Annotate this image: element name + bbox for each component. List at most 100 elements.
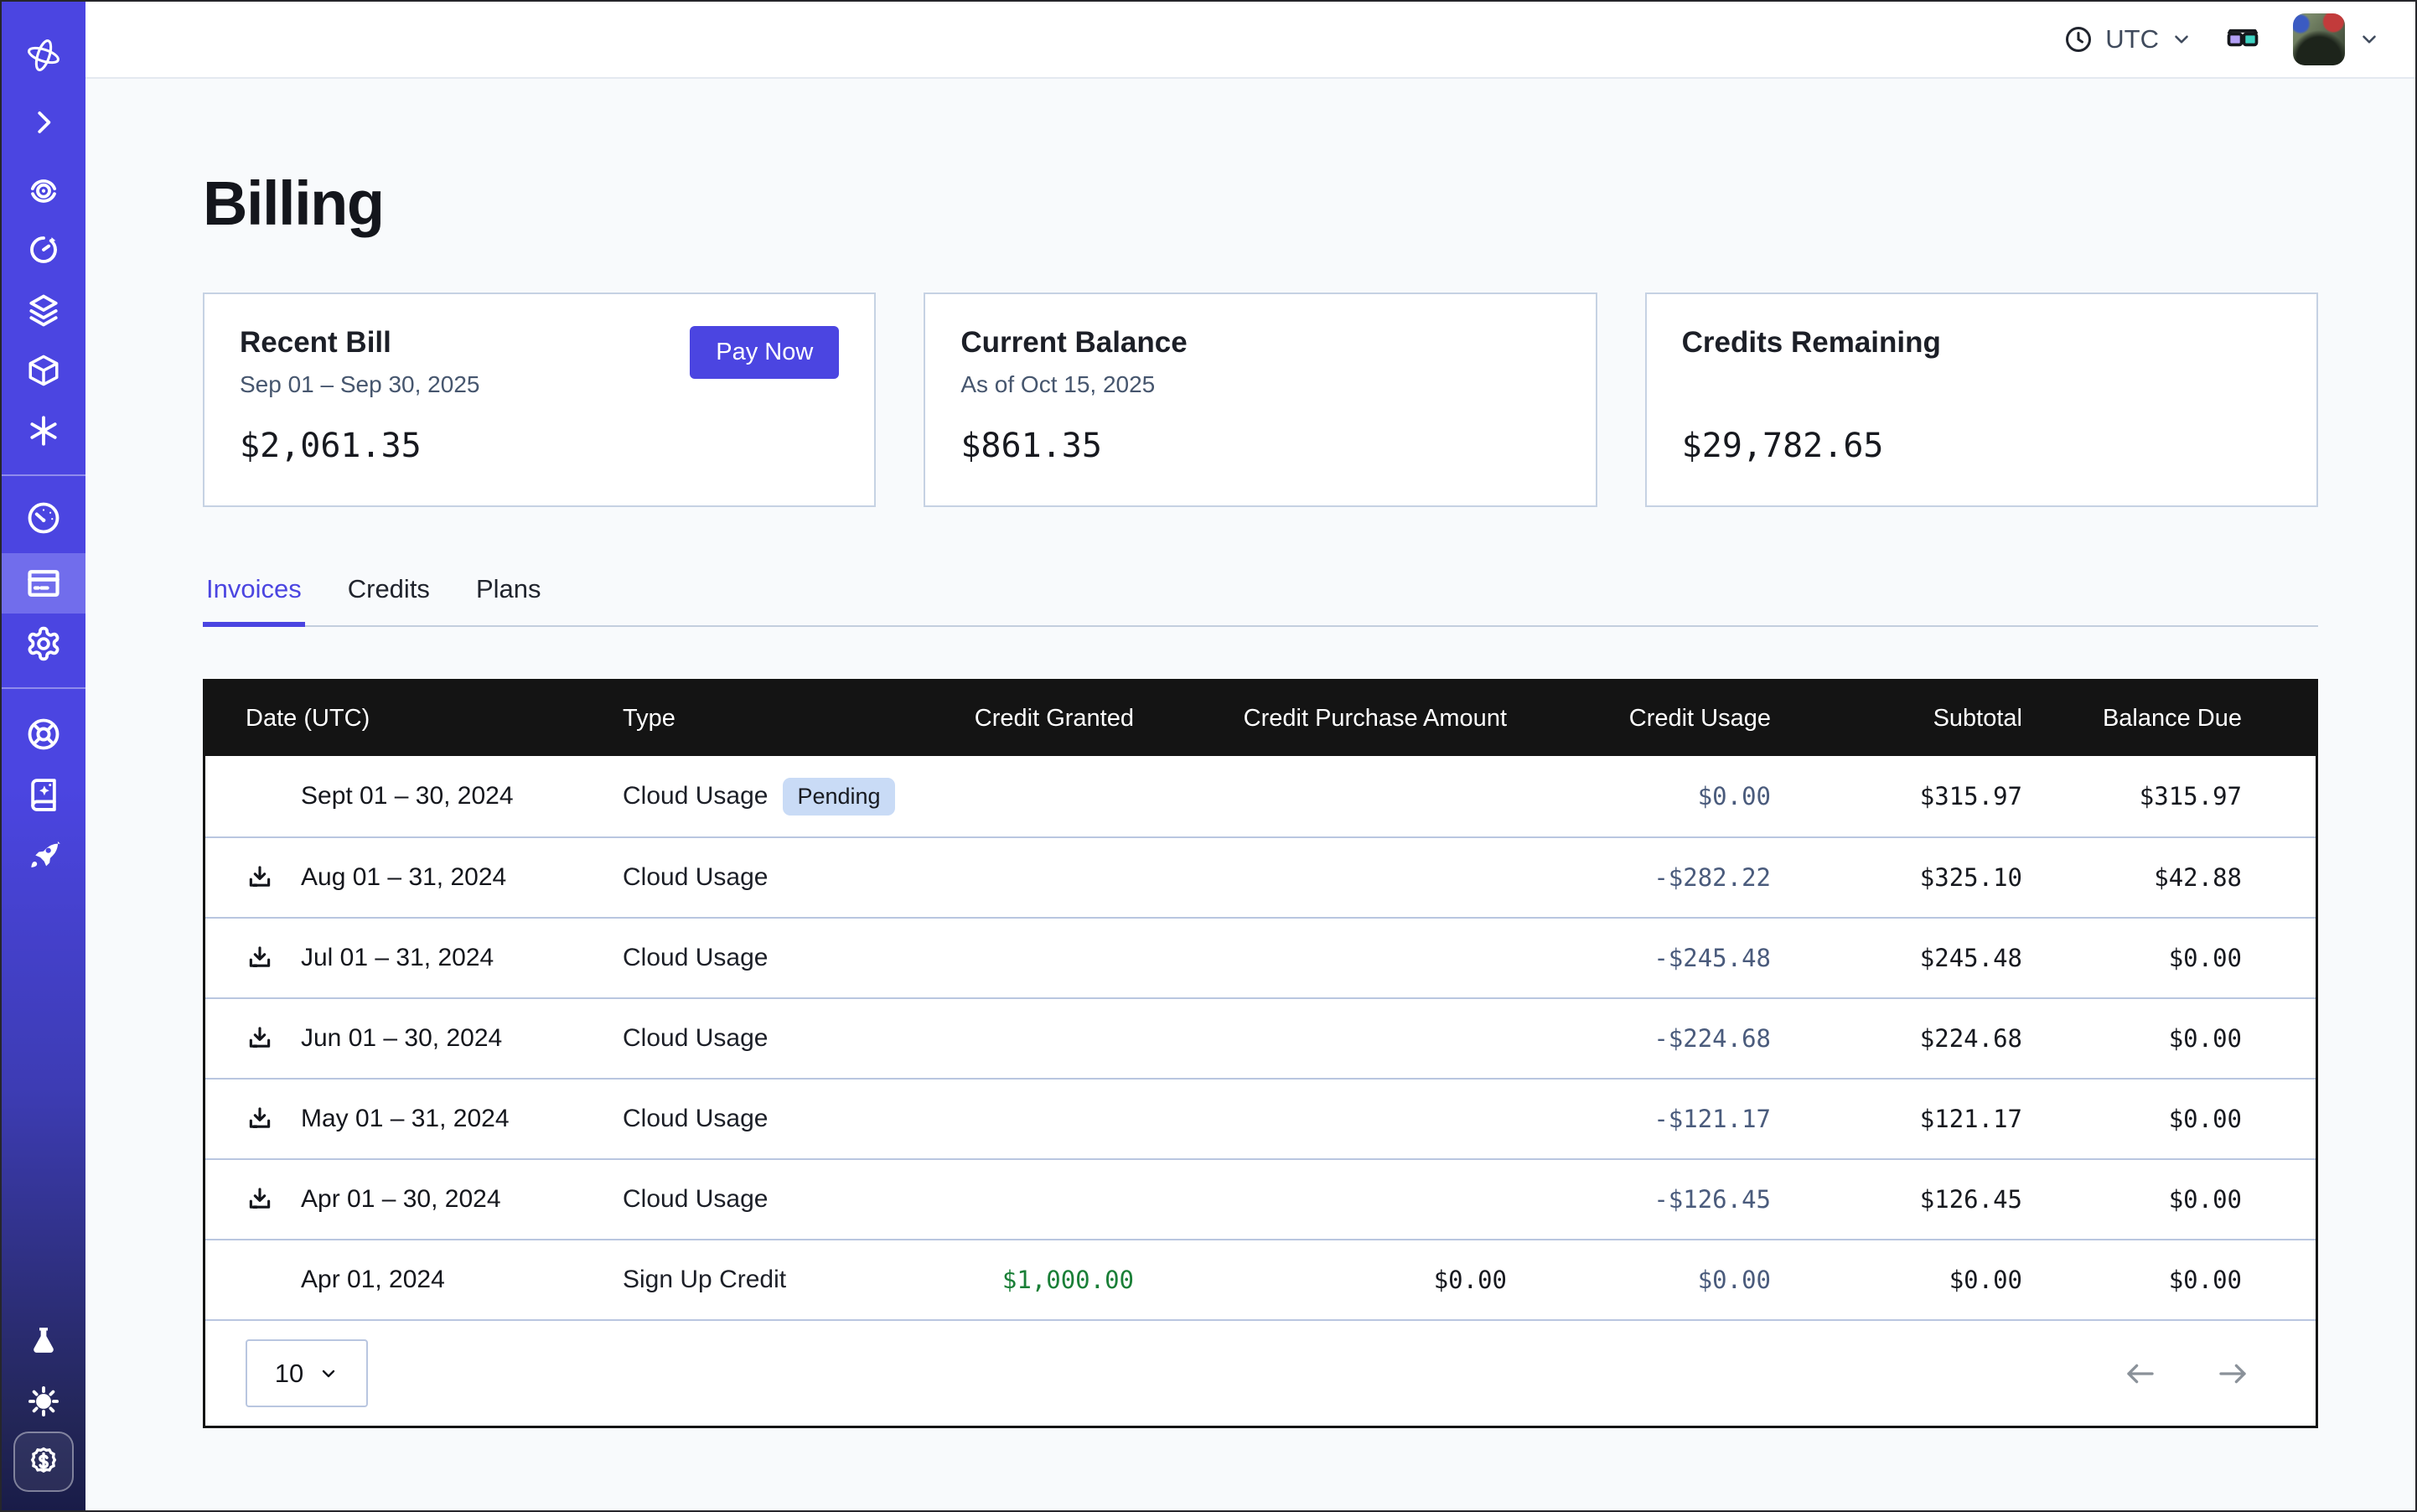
credit-usage-value: -$121.17	[1507, 1105, 1771, 1133]
table-row: Jul 01 – 31, 2024 Cloud Usage -$245.48 $…	[205, 917, 2316, 997]
credit-purchase-value: $0.00	[1134, 1266, 1507, 1294]
chevron-down-icon	[2358, 28, 2380, 50]
invoice-type: Sign Up Credit	[623, 1266, 786, 1294]
arrow-right-icon	[2215, 1356, 2250, 1391]
col-header-credit-granted: Credit Granted	[924, 705, 1134, 733]
usage-dashboard-icon[interactable]	[2, 488, 85, 548]
theme-sun-icon[interactable]	[2, 1371, 85, 1432]
app-logo-icon[interactable]	[2, 25, 85, 85]
subtotal-value: $245.48	[1771, 944, 2022, 972]
rocket-icon[interactable]	[2, 825, 85, 885]
next-page-button[interactable]	[2208, 1349, 2257, 1398]
download-icon	[246, 1105, 274, 1133]
credit-usage-value: -$224.68	[1507, 1024, 1771, 1053]
col-header-type: Type	[623, 705, 924, 733]
card-title: Credits Remaining	[1682, 326, 2281, 360]
sidebar-spacer	[2, 885, 85, 1311]
balance-due-value: $0.00	[2022, 1105, 2242, 1133]
card-amount: $29,782.65	[1682, 427, 2281, 465]
current-balance-card: Current Balance As of Oct 15, 2025 $861.…	[924, 293, 1597, 507]
credits-badge-button[interactable]	[13, 1432, 74, 1492]
pager-controls	[2116, 1349, 2257, 1398]
invoice-type: Cloud Usage	[623, 1105, 768, 1133]
timezone-switcher[interactable]: UTC	[2063, 24, 2192, 54]
subtotal-value: $126.45	[1771, 1185, 2022, 1214]
docs-book-icon[interactable]	[2, 764, 85, 825]
invoice-table-body: Sept 01 – 30, 2024 Cloud Usage Pending $…	[205, 756, 2316, 1319]
credit-usage-value: $0.00	[1507, 1266, 1771, 1294]
table-pagination: 10	[205, 1319, 2316, 1426]
user-avatar	[2293, 13, 2345, 65]
layers-icon[interactable]	[2, 280, 85, 340]
download-icon	[246, 1024, 274, 1053]
card-subtitle	[1682, 371, 2281, 400]
download-icon	[246, 944, 274, 972]
invoice-type-cell: Cloud Usage Pending	[623, 778, 924, 816]
user-menu[interactable]	[2293, 13, 2380, 65]
invoice-date-cell: Apr 01 – 30, 2024	[246, 1185, 623, 1214]
cube-icon[interactable]	[2, 340, 85, 401]
tab-credits[interactable]: Credits	[344, 574, 433, 627]
page-size-select[interactable]: 10	[246, 1339, 368, 1407]
card-subtitle: As of Oct 15, 2025	[960, 371, 1560, 400]
credit-usage-value: $0.00	[1507, 782, 1771, 810]
download-invoice-button[interactable]	[246, 1105, 301, 1133]
download-invoice-button[interactable]	[246, 944, 301, 972]
tab-invoices[interactable]: Invoices	[203, 574, 305, 627]
support-lifebuoy-icon[interactable]	[2, 704, 85, 764]
billing-tabs: Invoices Credits Plans	[203, 574, 2318, 627]
sidebar	[2, 2, 85, 1510]
labs-flask-icon[interactable]	[2, 1311, 85, 1371]
timer-icon[interactable]	[2, 220, 85, 280]
sidebar-divider	[2, 474, 85, 476]
settings-gear-icon[interactable]	[2, 614, 85, 674]
credits-remaining-card: Credits Remaining $29,782.65	[1645, 293, 2318, 507]
credit-usage-value: -$126.45	[1507, 1185, 1771, 1214]
invoice-date: Jun 01 – 30, 2024	[301, 1024, 502, 1053]
table-row: Sept 01 – 30, 2024 Cloud Usage Pending $…	[205, 756, 2316, 836]
invoice-type-cell: Cloud Usage	[623, 1185, 924, 1214]
previous-page-button[interactable]	[2116, 1349, 2165, 1398]
credit-usage-value: -$245.48	[1507, 944, 1771, 972]
subtotal-value: $325.10	[1771, 863, 2022, 892]
invoice-date-cell: Jun 01 – 30, 2024	[246, 1024, 623, 1053]
download-icon	[246, 863, 274, 892]
table-row: Jun 01 – 30, 2024 Cloud Usage -$224.68 $…	[205, 997, 2316, 1078]
invoice-type-cell: Cloud Usage	[623, 944, 924, 972]
balance-due-value: $42.88	[2022, 863, 2242, 892]
invoice-type: Cloud Usage	[623, 782, 768, 810]
balance-due-value: $0.00	[2022, 1024, 2242, 1053]
pay-now-button[interactable]: Pay Now	[690, 326, 839, 379]
theater-glasses-icon[interactable]	[2224, 21, 2261, 58]
table-row: May 01 – 31, 2024 Cloud Usage -$121.17 $…	[205, 1078, 2316, 1158]
invoice-date-cell: Sept 01 – 30, 2024	[246, 782, 623, 810]
arrow-left-icon	[2123, 1356, 2158, 1391]
invoice-date-cell: Jul 01 – 31, 2024	[246, 944, 623, 972]
invoice-type: Cloud Usage	[623, 1185, 768, 1214]
sidebar-item-billing[interactable]	[2, 553, 85, 614]
download-invoice-button[interactable]	[246, 1185, 301, 1214]
timezone-label: UTC	[2105, 24, 2159, 54]
subtotal-value: $0.00	[1771, 1266, 2022, 1294]
col-header-credit-purchase: Credit Purchase Amount	[1134, 705, 1507, 733]
invoice-type: Cloud Usage	[623, 1024, 768, 1053]
download-invoice-button[interactable]	[246, 1024, 301, 1053]
card-amount: $2,061.35	[240, 427, 839, 465]
credit-usage-value: -$282.22	[1507, 863, 1771, 892]
tab-plans[interactable]: Plans	[473, 574, 545, 627]
page-title: Billing	[203, 168, 2318, 239]
collapse-chevron-icon[interactable]	[2, 92, 85, 153]
balance-due-value: $0.00	[2022, 1266, 2242, 1294]
invoice-date: Apr 01, 2024	[301, 1266, 445, 1294]
balance-due-value: $0.00	[2022, 1185, 2242, 1214]
invoice-type: Cloud Usage	[623, 944, 768, 972]
tracing-icon[interactable]	[2, 159, 85, 220]
invoice-date-cell: Apr 01, 2024	[246, 1266, 623, 1294]
invoice-type-cell: Sign Up Credit	[623, 1266, 924, 1294]
balance-due-value: $0.00	[2022, 944, 2242, 972]
subtotal-value: $121.17	[1771, 1105, 2022, 1133]
card-title: Current Balance	[960, 326, 1560, 360]
download-invoice-button[interactable]	[246, 863, 301, 892]
asterisk-icon[interactable]	[2, 401, 85, 461]
recent-bill-card: Recent Bill Sep 01 – Sep 30, 2025 $2,061…	[203, 293, 876, 507]
